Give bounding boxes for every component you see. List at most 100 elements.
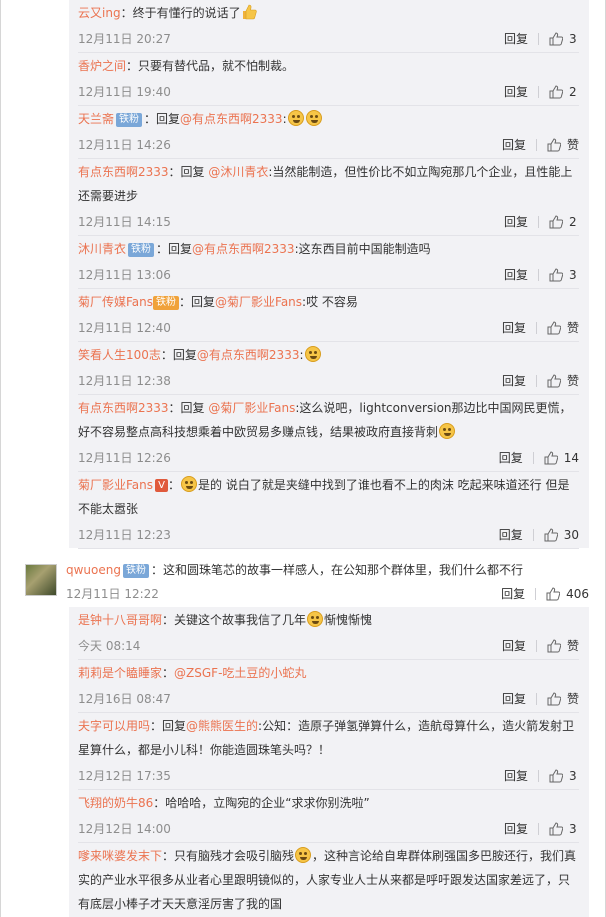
mention-link[interactable]: @有点东西啊2333: [180, 112, 283, 126]
fan-badge[interactable]: 铁粉: [128, 243, 155, 257]
fan-badge[interactable]: 铁粉: [153, 296, 180, 310]
reply-button[interactable]: 回复: [499, 521, 523, 549]
reply-item: 莉莉是个瞌睡家：@ZSGF-吃土豆的小蛇丸 12月16日 08:47 回复赞: [69, 660, 589, 713]
replier-name[interactable]: 沐川青衣: [78, 242, 126, 256]
replier-name[interactable]: 云又ing: [78, 6, 121, 20]
mention-link[interactable]: @菊厂影业Fans: [215, 295, 302, 309]
divider: [538, 86, 539, 98]
divider: [535, 640, 537, 652]
timestamp: 12月11日 12:22: [66, 587, 159, 601]
replier-name[interactable]: 夫字可以用吗: [78, 719, 150, 733]
replier-name[interactable]: 天兰斋: [78, 112, 114, 126]
reply-item: 嗲来咪婆发末下：只有脑残才会吸引脑残 ，这种言论给自卑群体刷强国多巴胺还行，我们真…: [69, 843, 589, 916]
like-count[interactable]: 3: [569, 815, 579, 843]
reply-button[interactable]: 回复: [504, 78, 528, 106]
thumb-icon[interactable]: [547, 321, 561, 335]
timestamp: 12月11日 12:38: [78, 374, 171, 388]
like-count[interactable]: 30: [564, 521, 579, 549]
reply-button[interactable]: 回复: [502, 131, 526, 159]
like-count[interactable]: 2: [569, 208, 579, 236]
thumb-icon[interactable]: [549, 85, 563, 99]
commenter-name[interactable]: qwuoeng: [66, 563, 121, 577]
mention-link[interactable]: @熊熊医生的: [186, 719, 258, 733]
main-comment: qwuoeng 铁粉 ：这和圆珠笔芯的故事一样感人，在公知那个群体里，我们什么都不行…: [25, 558, 589, 606]
replier-name[interactable]: 是钟十八哥哥啊: [78, 613, 162, 627]
thumb-icon[interactable]: [549, 215, 563, 229]
like-count[interactable]: 赞: [567, 632, 579, 660]
like-count[interactable]: 406: [566, 582, 589, 606]
replier-name[interactable]: 香炉之间: [78, 59, 126, 73]
like-count[interactable]: 赞: [567, 367, 579, 395]
replier-name[interactable]: 菊厂传媒Fans: [78, 295, 153, 309]
mention-link[interactable]: @有点东西啊2333: [192, 242, 295, 256]
like-count[interactable]: 2: [569, 78, 579, 106]
thumb-icon[interactable]: [549, 32, 563, 46]
timestamp: 12月12日 14:00: [78, 822, 171, 836]
reply-body: 笑看人生100志：回复@有点东西啊2333:: [78, 342, 579, 367]
fan-badge[interactable]: 铁粉: [122, 564, 149, 578]
replier-name[interactable]: 飞翔的奶牛86: [78, 796, 153, 810]
thumb-icon[interactable]: [549, 822, 563, 836]
reply-item: 夫字可以用吗：回复@熊熊医生的:公知：造原子弹氢弹算什么，造航母算什么，造火箭发…: [69, 713, 589, 790]
reply-item: 笑看人生100志：回复@有点东西啊2333: 12月11日 12:38 回复 赞: [69, 342, 589, 395]
divider: [535, 693, 537, 705]
reply-meta: 12月11日 20:27 回复 3: [78, 25, 579, 53]
thumb-icon[interactable]: [549, 268, 563, 282]
reply-meta: 12月12日 14:00 回复 3: [78, 815, 579, 843]
replier-name[interactable]: 嗲来咪婆发末下: [78, 849, 162, 863]
reply-body: 香炉之间：只要有替代品，就不怕制裁。: [78, 53, 579, 78]
thumb-icon[interactable]: [547, 374, 561, 388]
divider: [535, 588, 537, 600]
reply-button[interactable]: 回复: [502, 632, 526, 660]
replier-name[interactable]: 菊厂影业Fans: [78, 478, 153, 492]
reply-button[interactable]: 回复: [501, 582, 525, 606]
thumb-icon[interactable]: [547, 639, 561, 653]
like-count[interactable]: 3: [569, 762, 579, 790]
like-count[interactable]: 3: [569, 25, 579, 53]
like-count[interactable]: 赞: [567, 685, 579, 713]
reply-button[interactable]: 回复: [502, 685, 526, 713]
reply-button[interactable]: 回复: [504, 25, 528, 53]
replier-name[interactable]: 有点东西啊2333: [78, 165, 169, 179]
reply-button[interactable]: 回复: [502, 314, 526, 342]
mention-link[interactable]: @有点东西啊2333: [197, 348, 300, 362]
reply-meta: 12月11日 19:40 回复 2: [78, 78, 579, 106]
reply-text: ：回复: [150, 719, 187, 733]
reply-button[interactable]: 回复: [504, 261, 528, 289]
reply-meta: 12月11日 14:26 回复 赞: [78, 131, 579, 159]
like-count[interactable]: 14: [564, 444, 579, 472]
thumb-icon[interactable]: [544, 528, 558, 542]
reply-meta: 12月11日 13:06 回复 3: [78, 261, 579, 289]
replier-name[interactable]: 有点东西啊2333: [78, 401, 169, 415]
reply-button[interactable]: 回复: [502, 367, 526, 395]
reply-button[interactable]: 回复: [504, 208, 528, 236]
thumb-icon[interactable]: [549, 769, 563, 783]
reply-item: 云又ing：终于有懂行的说话了 12月11日 20:27 回复 3: [69, 0, 589, 53]
avatar[interactable]: [25, 564, 57, 596]
like-count[interactable]: 赞: [567, 314, 579, 342]
reply-button[interactable]: 回复: [504, 815, 528, 843]
replier-name[interactable]: 笑看人生100志: [78, 348, 161, 362]
like-count[interactable]: 3: [569, 261, 579, 289]
reply-meta: 12月11日 14:15 回复 2: [78, 208, 579, 236]
fan-badge[interactable]: 铁粉: [116, 113, 143, 127]
reply-actions: 回复 2: [504, 208, 579, 236]
reply-text: 惭愧惭愧: [324, 613, 373, 627]
main-comment-meta: 12月11日 12:22 回复 406: [66, 582, 589, 606]
mention-link[interactable]: @ZSGF-吃土豆的小蛇丸: [174, 666, 306, 680]
mention-link[interactable]: @菊厂影业Fans: [208, 401, 295, 415]
thumb-icon[interactable]: [546, 587, 561, 601]
replier-name[interactable]: 莉莉是个瞌睡家: [78, 666, 162, 680]
reply-button[interactable]: 回复: [504, 762, 528, 790]
reply-body: 有点东西啊2333：回复 @菊厂影业Fans:这么说吧，lightconvers…: [78, 395, 579, 444]
thumb-icon[interactable]: [544, 451, 558, 465]
thumb-icon[interactable]: [547, 692, 561, 706]
thumb-icon[interactable]: [547, 138, 561, 152]
reply-text: ：: [162, 666, 175, 680]
reply-body: 是钟十八哥哥啊：关键这个故事我信了几年 惭愧惭愧: [78, 607, 579, 632]
mention-link[interactable]: @沐川青衣: [208, 165, 268, 179]
like-count[interactable]: 赞: [567, 131, 579, 159]
reply-text: :: [282, 112, 287, 126]
reply-button[interactable]: 回复: [499, 444, 523, 472]
reply-body: 莉莉是个瞌睡家：@ZSGF-吃土豆的小蛇丸: [78, 660, 579, 685]
